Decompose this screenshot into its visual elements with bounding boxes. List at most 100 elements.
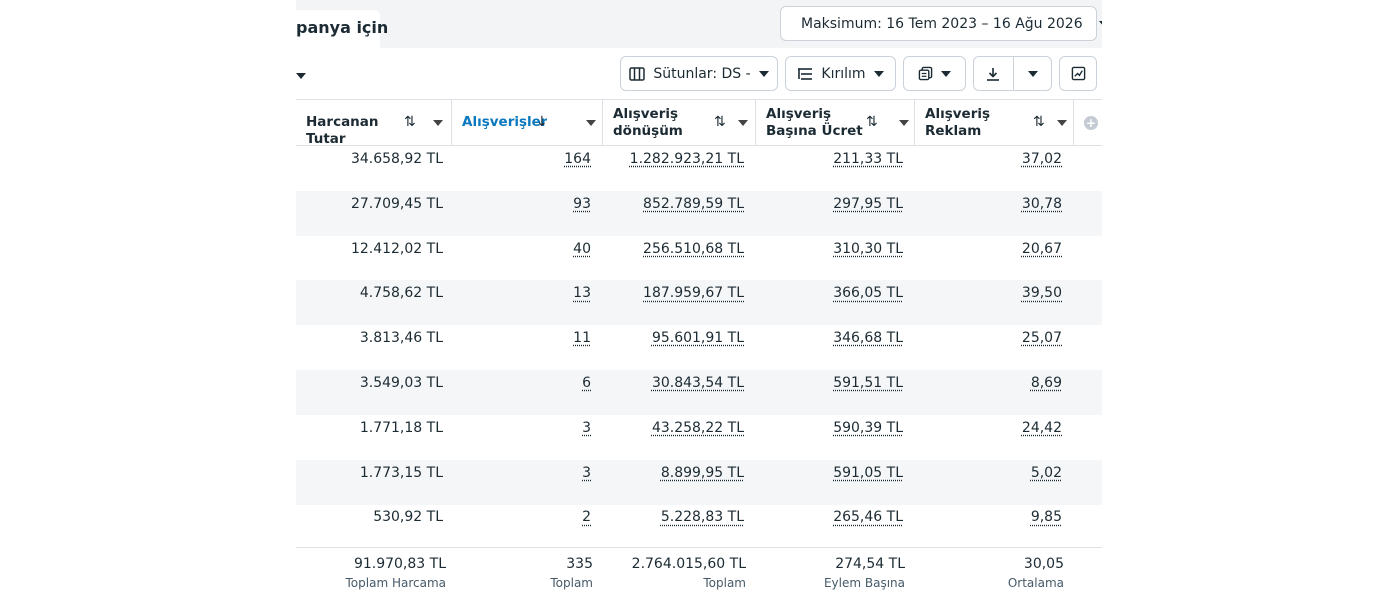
table-row: 3.549,03 TL 6 30.843,54 TL 591,51 TL 8,69 [296, 370, 1102, 415]
cell-spend: 1.771,18 TL [359, 419, 443, 436]
date-range-button[interactable]: Maksimum: 16 Tem 2023 – 16 Ağu 2026 [780, 6, 1102, 41]
cell-conversion[interactable]: 43.258,22 TL [652, 420, 744, 436]
cell-cost-per-purchase[interactable]: 310,30 TL [833, 241, 903, 257]
cell-spend: 12.412,02 TL [350, 240, 443, 257]
cell-roas[interactable]: 37,02 [1022, 151, 1062, 167]
cell-spend: 1.773,15 TL [359, 464, 443, 481]
add-column-icon[interactable]: + [1084, 116, 1098, 130]
columns-icon [629, 66, 646, 81]
columns-button[interactable]: Sütunlar: DS - [620, 56, 778, 91]
table-row: 34.658,92 TL 164 1.282.923,21 TL 211,33 TL 3… [296, 146, 1102, 191]
cell-cost-per-purchase[interactable]: 366,05 TL [833, 285, 903, 301]
chevron-down-icon[interactable] [433, 120, 443, 126]
column-label: Alışveriş Başına Ücret [766, 106, 863, 139]
toolbar: - Sütunlar: DS - Kırılım [296, 48, 1102, 100]
cell-purchases[interactable]: 164 [564, 151, 591, 167]
cell-cost-per-purchase[interactable]: 297,95 TL [833, 196, 903, 212]
chevron-down-icon[interactable] [586, 120, 596, 126]
cell-roas[interactable]: 20,67 [1022, 241, 1062, 257]
chevron-down-icon[interactable] [1057, 120, 1067, 126]
cell-roas[interactable]: 24,42 [1022, 420, 1062, 436]
cell-cost-per-purchase[interactable]: 591,51 TL [833, 375, 903, 391]
report-table: Harcanan Tutar ⇅ Alışverişler ↓ Alışveri… [296, 99, 1102, 605]
button-divider [1013, 57, 1014, 90]
cell-conversion[interactable]: 1.282.923,21 TL [630, 151, 744, 167]
column-header-cost-per-purchase[interactable]: Alışveriş Başına Ücret ⇅ [756, 100, 915, 146]
column-header-purchase-roas[interactable]: Alışveriş Reklam Harcamasının ⇅ [915, 100, 1074, 146]
column-label: Alışveriş Reklam Harcamasının [925, 106, 991, 139]
sort-icon[interactable]: ⇅ [404, 114, 416, 130]
column-label: Alışverişler [462, 114, 548, 130]
cell-purchases[interactable]: 3 [582, 465, 591, 481]
sort-descending-icon[interactable]: ↓ [536, 114, 548, 130]
cell-cost-per-purchase[interactable]: 590,39 TL [833, 420, 903, 436]
breakdown-label: Kırılım [821, 65, 866, 82]
cell-purchases[interactable]: 40 [573, 241, 591, 257]
breakdown-button[interactable]: Kırılım [785, 56, 896, 91]
table-row: 4.758,62 TL 13 187.959,67 TL 366,05 TL 39,50 [296, 280, 1102, 326]
cell-conversion[interactable]: 187.959,67 TL [643, 285, 744, 301]
cell-purchases[interactable]: 6 [582, 375, 591, 391]
cell-conversion[interactable]: 256.510,68 TL [643, 241, 744, 257]
total-conversion-caption: Toplam [703, 576, 746, 590]
view-selector[interactable]: - [296, 70, 306, 81]
cell-roas[interactable]: 9,85 [1031, 509, 1062, 525]
cell-purchases[interactable]: 93 [573, 196, 591, 212]
cell-cost-per-purchase[interactable]: 265,46 TL [833, 509, 903, 525]
cell-roas[interactable]: 25,07 [1022, 330, 1062, 346]
cell-spend: 4.758,62 TL [359, 285, 443, 302]
cell-purchases[interactable]: 2 [582, 509, 591, 525]
open-chart-button[interactable] [1059, 56, 1097, 91]
campaign-tab[interactable]: panya için [296, 10, 388, 48]
column-header-spend[interactable]: Harcanan Tutar ⇅ [296, 100, 452, 147]
export-options-dropdown[interactable] [1028, 71, 1038, 77]
chevron-down-icon[interactable] [738, 120, 748, 126]
cell-cost-per-purchase[interactable]: 346,68 TL [833, 330, 903, 346]
campaign-tab-label: panya için [296, 18, 389, 37]
cell-roas[interactable]: 39,50 [1022, 285, 1062, 301]
column-header-purchases[interactable]: Alışverişler ↓ [452, 100, 603, 146]
cell-conversion[interactable]: 852.789,59 TL [643, 196, 744, 212]
table-row: 530,92 TL 2 5.228,83 TL 265,46 TL 9,85 [296, 504, 1102, 549]
copy-button[interactable] [903, 56, 966, 91]
table-row: 12.412,02 TL 40 256.510,68 TL 310,30 TL 20,6… [296, 236, 1102, 281]
cell-conversion[interactable]: 5.228,83 TL [661, 509, 744, 525]
column-header-purchase-conversion[interactable]: Alışveriş dönüşüm ⇅ [603, 100, 756, 146]
cell-conversion[interactable]: 95.601,91 TL [652, 330, 744, 346]
sort-icon[interactable]: ⇅ [866, 114, 878, 130]
chart-icon [1071, 66, 1085, 81]
chevron-down-icon[interactable] [899, 120, 909, 126]
total-cost-per-purchase: 274,54 TL [835, 556, 905, 572]
column-label: Alışveriş dönüşüm [613, 106, 683, 139]
cell-conversion[interactable]: 8.899,95 TL [661, 465, 744, 481]
cell-purchases[interactable]: 3 [582, 420, 591, 436]
cell-cost-per-purchase[interactable]: 211,33 TL [833, 151, 903, 167]
cell-purchases[interactable]: 11 [573, 330, 591, 346]
table-row: 1.771,18 TL 3 43.258,22 TL 590,39 TL 24,42 [296, 415, 1102, 460]
breakdown-icon [798, 67, 813, 80]
sort-icon[interactable]: ⇅ [1033, 114, 1045, 130]
total-roas: 30,05 [1023, 556, 1064, 572]
cell-roas[interactable]: 30,78 [1022, 196, 1062, 212]
cell-roas[interactable]: 8,69 [1031, 375, 1062, 391]
total-spend: 91.970,83 TL [353, 556, 446, 572]
cell-spend: 27.709,45 TL [350, 195, 443, 212]
cell-spend: 34.658,92 TL [350, 151, 443, 167]
cell-conversion[interactable]: 30.843,54 TL [652, 375, 744, 391]
total-purchases-caption: Toplam [550, 576, 593, 590]
cell-roas[interactable]: 5,02 [1031, 465, 1062, 481]
cell-spend: 3.813,46 TL [359, 330, 443, 347]
table-row: 3.813,46 TL 11 95.601,91 TL 346,68 TL 25,07 [296, 325, 1102, 370]
ads-report-panel: panya için Maksimum: 16 Tem 2023 – 16 Ağ… [296, 0, 1102, 605]
cell-spend: 3.549,03 TL [359, 375, 443, 391]
download-icon [987, 68, 999, 81]
cell-cost-per-purchase[interactable]: 591,05 TL [833, 465, 903, 481]
column-label: Harcanan Tutar [306, 114, 379, 147]
cell-purchases[interactable]: 13 [573, 285, 591, 301]
chevron-down-icon [941, 70, 951, 77]
total-purchases: 335 [566, 556, 593, 572]
total-spend-caption: Toplam Harcama [345, 576, 446, 590]
chevron-down-icon [758, 70, 769, 77]
sort-icon[interactable]: ⇅ [714, 114, 726, 130]
download-button[interactable] [985, 66, 1001, 86]
